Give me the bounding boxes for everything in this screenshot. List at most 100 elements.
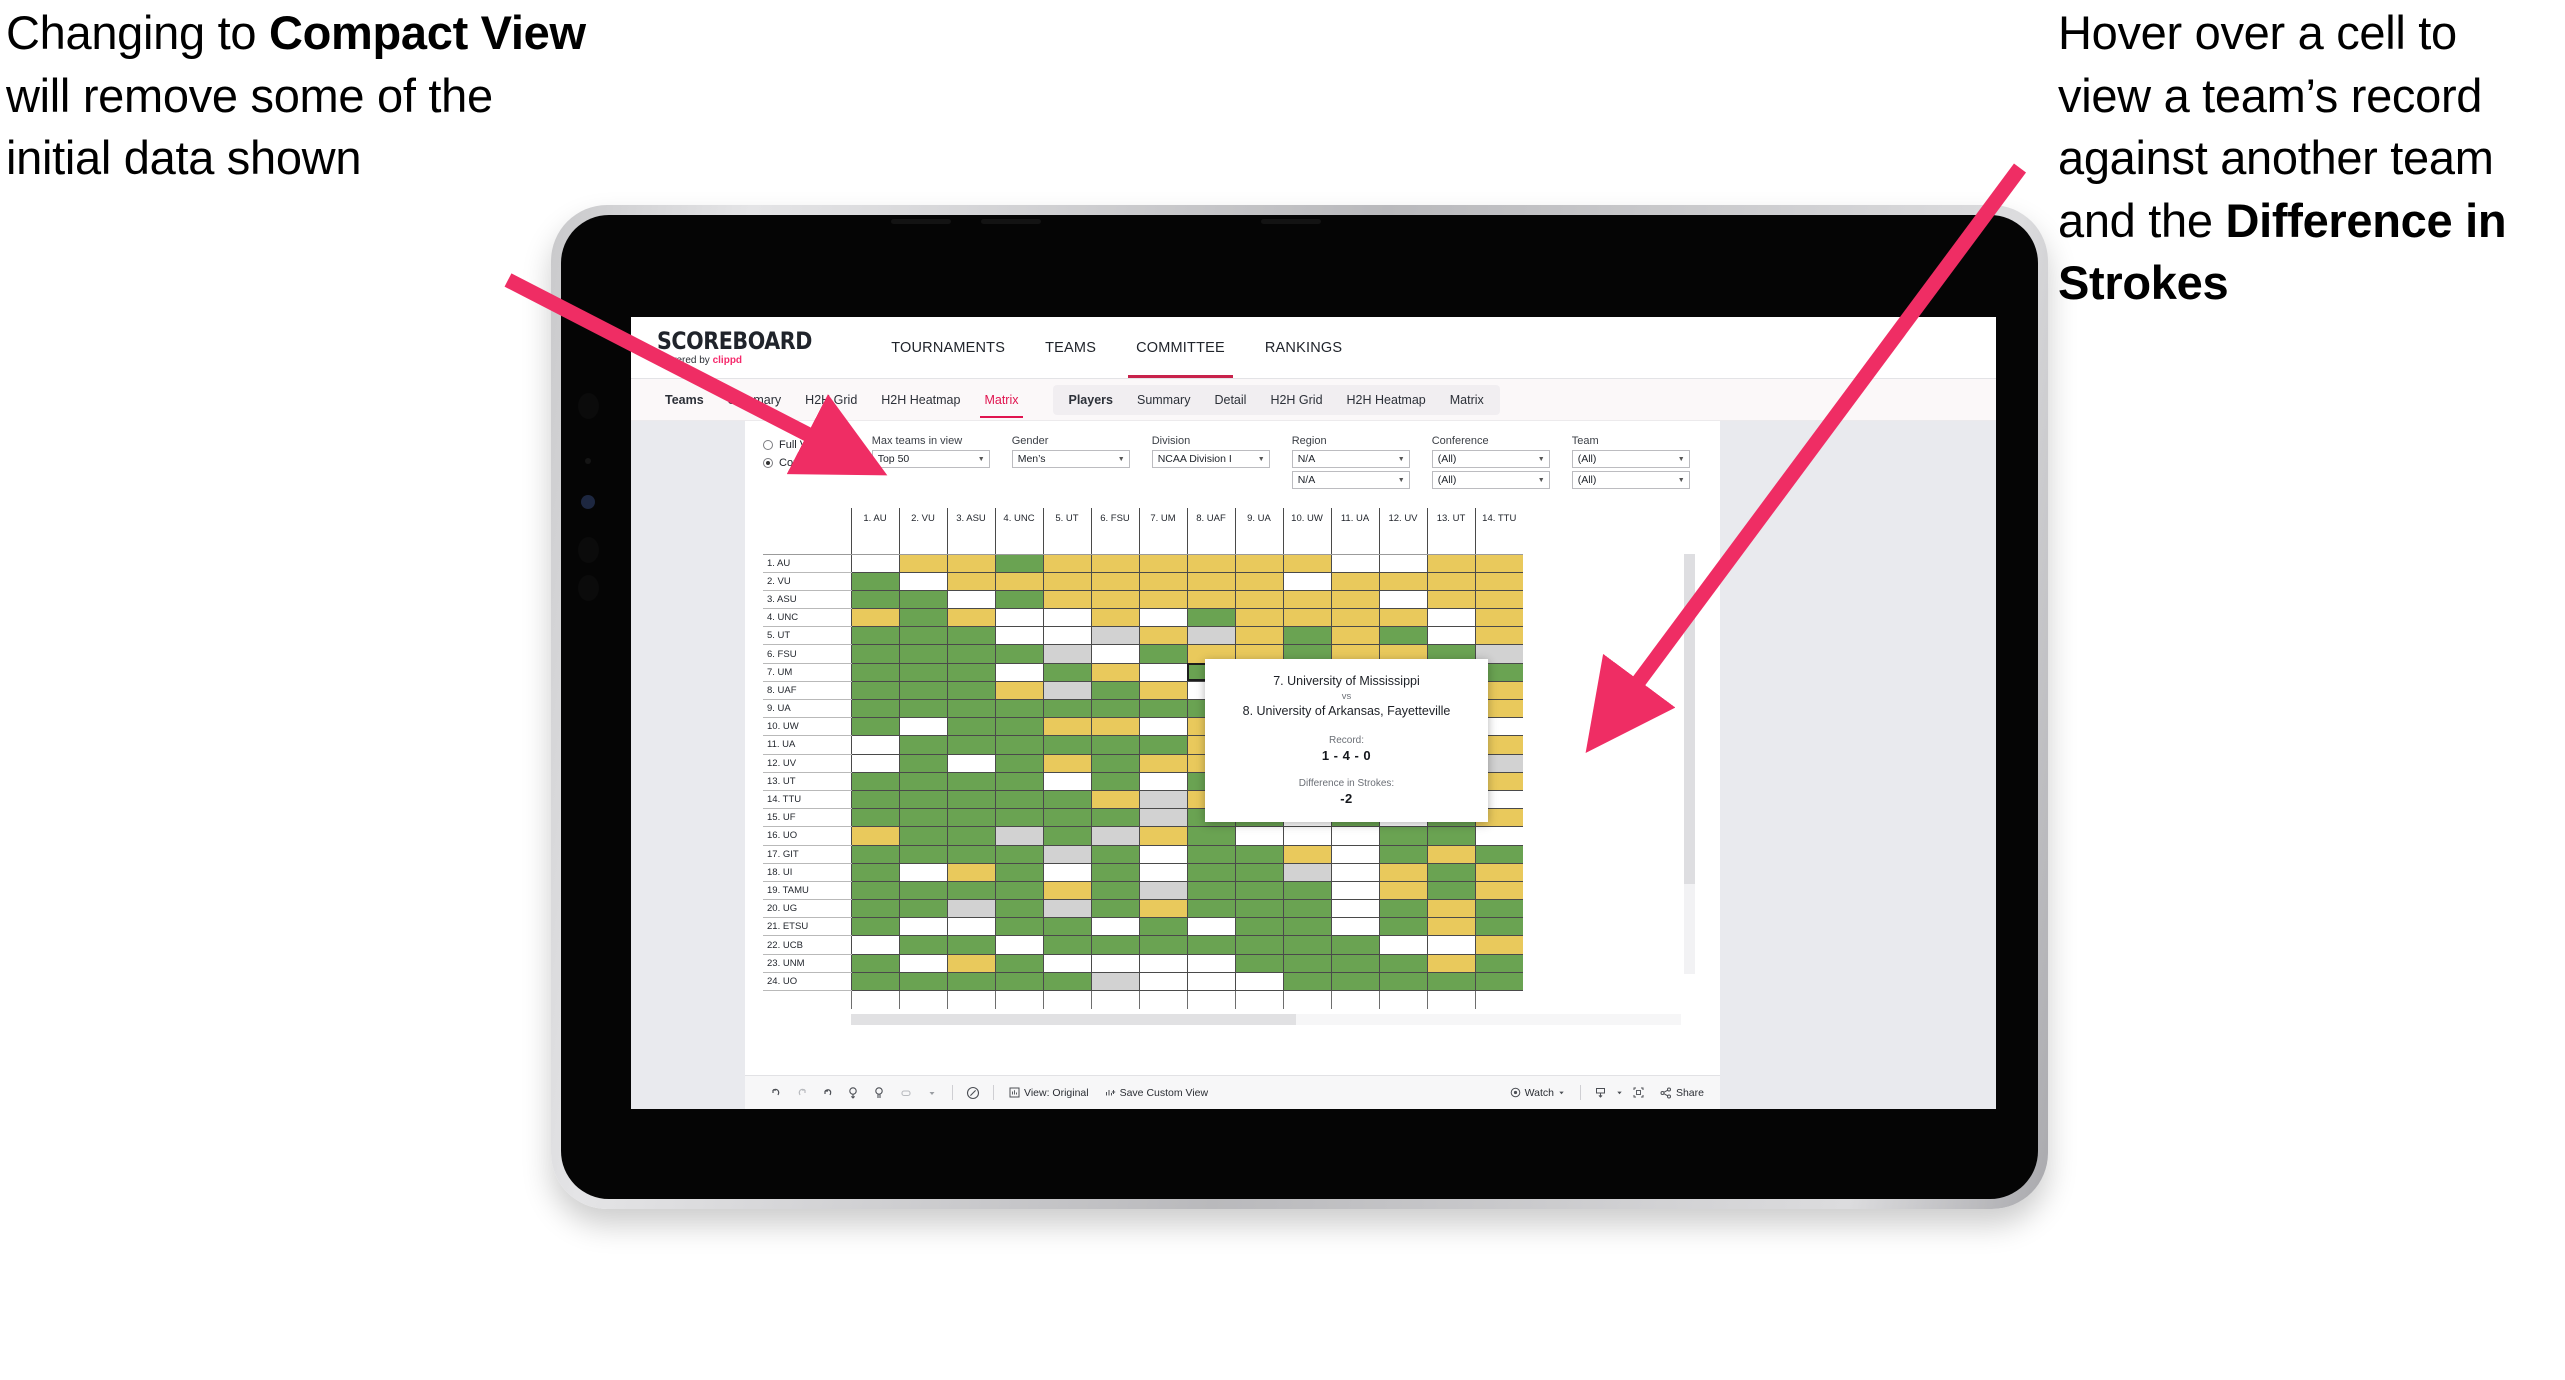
matrix-cell[interactable]: [1138, 735, 1187, 755]
matrix-cell[interactable]: [1186, 881, 1235, 901]
subnav-item-h2h-heatmap[interactable]: H2H Heatmap: [869, 385, 972, 415]
matrix-row-header[interactable]: 4. UNC: [763, 608, 851, 628]
matrix-cell[interactable]: [850, 644, 899, 664]
matrix-cell[interactable]: [946, 699, 995, 719]
matrix-cell[interactable]: [946, 845, 995, 864]
matrix-cell[interactable]: [1282, 626, 1331, 646]
matrix-cell[interactable]: [898, 808, 947, 828]
matrix-cell[interactable]: [1426, 972, 1475, 992]
radio-compact-view[interactable]: Compact View: [763, 455, 850, 470]
matrix-cell[interactable]: [994, 590, 1043, 610]
matrix-cell[interactable]: [994, 826, 1043, 846]
matrix-cell[interactable]: [946, 972, 995, 992]
matrix-cell[interactable]: [898, 590, 947, 610]
matrix-cell[interactable]: [1378, 863, 1427, 882]
matrix-row-header[interactable]: 10. UW: [763, 717, 851, 737]
matrix-row-header[interactable]: 13. UT: [763, 772, 851, 791]
matrix-cell[interactable]: [1138, 881, 1187, 901]
matrix-cell[interactable]: [850, 863, 899, 882]
matrix-cell[interactable]: [1090, 626, 1139, 646]
matrix-cell[interactable]: [994, 863, 1043, 882]
matrix-cell[interactable]: [898, 754, 947, 773]
matrix-row-header[interactable]: 21. ETSU: [763, 917, 851, 937]
matrix-cell[interactable]: [1378, 917, 1427, 937]
matrix-cell[interactable]: [898, 626, 947, 646]
matrix-cell[interactable]: [1474, 572, 1523, 591]
matrix-cell[interactable]: [946, 881, 995, 901]
matrix-cell[interactable]: [1330, 626, 1379, 646]
matrix-cell[interactable]: [1186, 863, 1235, 882]
matrix-cell[interactable]: [1426, 863, 1475, 882]
matrix-cell[interactable]: [1234, 881, 1283, 901]
matrix-cell[interactable]: [1426, 572, 1475, 591]
matrix-row-header[interactable]: 19. TAMU: [763, 881, 851, 901]
matrix-cell[interactable]: [1090, 735, 1139, 755]
filter-select-gender-0[interactable]: Men’s ▼: [1011, 450, 1130, 468]
matrix-cell[interactable]: [1282, 917, 1331, 937]
matrix-cell[interactable]: [898, 554, 947, 573]
matrix-cell[interactable]: [1330, 608, 1379, 628]
matrix-cell[interactable]: [1234, 608, 1283, 628]
matrix-cell[interactable]: [1330, 826, 1379, 846]
matrix-cell[interactable]: [994, 626, 1043, 646]
matrix-cell[interactable]: [1042, 717, 1091, 737]
matrix-row-header[interactable]: 11. UA: [763, 735, 851, 755]
matrix-cell[interactable]: [1042, 863, 1091, 882]
matrix-cell[interactable]: [1138, 826, 1187, 846]
matrix-cell[interactable]: [946, 863, 995, 882]
filter-select-conference-1[interactable]: (All) ▼: [1431, 471, 1550, 489]
matrix-cell[interactable]: [994, 663, 1043, 682]
matrix-cell[interactable]: [1330, 863, 1379, 882]
matrix-cell[interactable]: [1090, 717, 1139, 737]
radio-full-view-circle-icon[interactable]: [763, 439, 773, 450]
matrix-cell[interactable]: [898, 717, 947, 737]
matrix-cell[interactable]: [1282, 608, 1331, 628]
matrix-cell[interactable]: [1042, 790, 1091, 810]
chevron-down-icon[interactable]: ▼: [1398, 456, 1405, 463]
matrix-cell[interactable]: [1090, 772, 1139, 791]
subnav-item-players[interactable]: Players: [1057, 385, 1125, 415]
matrix-cell[interactable]: [850, 735, 899, 755]
matrix-cell[interactable]: [1042, 826, 1091, 846]
matrix-cell[interactable]: [994, 808, 1043, 828]
matrix-cell[interactable]: [1282, 972, 1331, 992]
matrix-cell[interactable]: [1186, 917, 1235, 937]
matrix-cell[interactable]: [1282, 899, 1331, 919]
matrix-col-header[interactable]: 10. UW: [1282, 508, 1331, 555]
matrix-cell[interactable]: [1090, 899, 1139, 919]
topnav-item-rankings[interactable]: RANKINGS: [1245, 317, 1362, 378]
matrix-cell[interactable]: [850, 608, 899, 628]
matrix-cell[interactable]: [1282, 954, 1331, 973]
matrix-cell[interactable]: [1234, 972, 1283, 992]
matrix-cell[interactable]: [1138, 590, 1187, 610]
matrix-cell[interactable]: [946, 590, 995, 610]
matrix-cell[interactable]: [1138, 863, 1187, 882]
matrix-cell[interactable]: [1234, 845, 1283, 864]
matrix-cell[interactable]: [946, 735, 995, 755]
matrix-cell[interactable]: [1042, 626, 1091, 646]
matrix-cell[interactable]: [1138, 554, 1187, 573]
matrix-cell[interactable]: [1042, 754, 1091, 773]
matrix-row-header[interactable]: 24. UO: [763, 972, 851, 992]
matrix-cell[interactable]: [898, 644, 947, 664]
matrix-col-header[interactable]: 9. UA: [1234, 508, 1283, 555]
matrix-cell[interactable]: [898, 954, 947, 973]
matrix-cell[interactable]: [1090, 572, 1139, 591]
topnav-item-teams[interactable]: TEAMS: [1025, 317, 1116, 378]
matrix-cell[interactable]: [1090, 790, 1139, 810]
matrix-cell[interactable]: [850, 808, 899, 828]
matrix-row-header[interactable]: 22. UCB: [763, 935, 851, 955]
matrix-cell[interactable]: [850, 663, 899, 682]
matrix-col-header[interactable]: 3. ASU: [946, 508, 995, 555]
matrix-cell[interactable]: [994, 735, 1043, 755]
fullscreen-icon[interactable]: [1626, 1080, 1652, 1106]
matrix-row-header[interactable]: 9. UA: [763, 699, 851, 719]
refresh-icon[interactable]: [841, 1080, 867, 1106]
chevron-down-icon[interactable]: [919, 1080, 945, 1106]
matrix-cell[interactable]: [946, 790, 995, 810]
matrix-cell[interactable]: [994, 681, 1043, 701]
matrix-cell[interactable]: [1234, 863, 1283, 882]
filter-select-division-0[interactable]: NCAA Division I ▼: [1151, 450, 1270, 468]
matrix-horizontal-scroll-thumb[interactable]: [851, 1013, 1296, 1025]
matrix-cell[interactable]: [850, 954, 899, 973]
